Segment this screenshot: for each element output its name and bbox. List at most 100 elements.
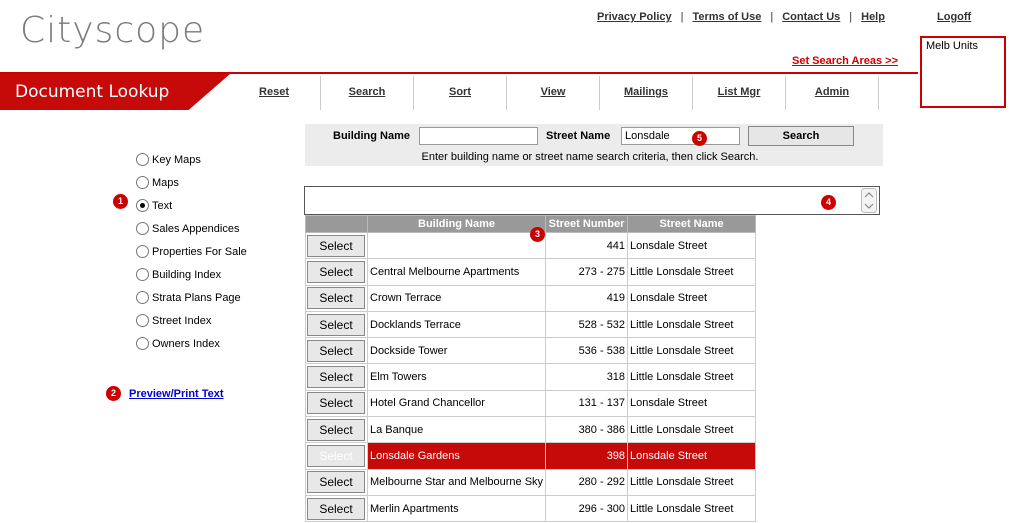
building-name-cell	[366, 231, 547, 260]
radio-button[interactable]	[136, 314, 149, 327]
building-name-cell: Lonsdale Gardens	[366, 442, 547, 470]
building-name-cell: Melbourne Star and Melbourne Sky	[366, 468, 547, 496]
table-row[interactable]: Select Elm Towers 318 Little Lonsdale Stree…	[305, 363, 757, 391]
contact-us-link[interactable]: Contact Us	[782, 11, 840, 23]
select-button[interactable]: Select	[307, 339, 365, 362]
top-links: Privacy Policy | Terms of Use | Contact Us | H…	[597, 11, 885, 23]
nav-tabs: Reset Search Sort View Mailings List Mgr…	[228, 76, 879, 110]
street-number-cell: 280 - 292	[545, 468, 629, 496]
radio-label: Building Index	[152, 268, 222, 281]
callout-marker: 3	[530, 227, 545, 242]
street-number-cell: 536 - 538	[545, 337, 629, 365]
street-name-cell: Little Lonsdale Street	[627, 337, 757, 365]
logoff-link[interactable]: Logoff	[937, 11, 971, 23]
street-name-cell: Lonsdale Street	[627, 442, 757, 470]
radio-button[interactable]	[136, 153, 149, 166]
tab-reset-label[interactable]: Reset	[259, 86, 289, 98]
callout-marker: 1	[113, 194, 128, 209]
set-search-areas-link[interactable]: Set Search Areas >>	[792, 55, 898, 67]
column-header-select	[305, 215, 368, 233]
select-button[interactable]: Select	[307, 418, 365, 441]
tab-view-label[interactable]: View	[541, 86, 566, 98]
select-button[interactable]: Select	[307, 287, 365, 310]
building-name-cell: Crown Terrace	[366, 284, 547, 312]
table-row[interactable]: Select Crown Terrace 419 Lonsdale Street	[305, 284, 757, 312]
radio-button[interactable]	[136, 245, 149, 258]
building-name-cell: La Banque	[366, 416, 547, 444]
tab-sort-label[interactable]: Sort	[449, 86, 471, 98]
tab-view[interactable]: View	[507, 76, 600, 110]
select-cell: Select	[305, 494, 368, 523]
column-header-street-name: Street Name	[627, 215, 757, 233]
street-name-input[interactable]	[621, 127, 740, 145]
radio-button[interactable]	[136, 268, 149, 281]
select-button[interactable]: Select	[307, 392, 365, 415]
select-button[interactable]: Select	[307, 445, 365, 468]
table-row[interactable]: Select Melbourne Star and Melbourne Sky 28…	[305, 468, 757, 496]
radio-label: Street Index	[152, 314, 212, 327]
scroll-arrows[interactable]	[861, 188, 877, 213]
street-name-cell: Little Lonsdale Street	[627, 363, 757, 391]
street-name-cell: Little Lonsdale Street	[627, 416, 757, 444]
radio-option[interactable]: Properties For Sale	[136, 240, 247, 263]
street-number-cell: 419	[545, 284, 629, 312]
select-button[interactable]: Select	[307, 260, 365, 283]
results-table: Building Name Street Number Street Name …	[305, 215, 757, 523]
tab-sort[interactable]: Sort	[414, 76, 507, 110]
radio-option[interactable]: Sales Appendices	[136, 217, 247, 240]
column-header-building-name: Building Name	[366, 215, 547, 233]
callout-marker: 5	[692, 131, 707, 146]
radio-button[interactable]	[136, 222, 149, 235]
radio-option[interactable]: Street Index	[136, 309, 247, 332]
radio-button[interactable]	[136, 291, 149, 304]
tab-search[interactable]: Search	[321, 76, 414, 110]
tab-admin[interactable]: Admin	[786, 76, 879, 110]
building-name-cell: Docklands Terrace	[366, 310, 547, 339]
street-name-cell: Little Lonsdale Street	[627, 310, 757, 339]
terms-of-use-link[interactable]: Terms of Use	[692, 11, 761, 23]
search-areas-box[interactable]: Melb Units	[920, 36, 1006, 108]
table-row[interactable]: Select Hotel Grand Chancellor 131 - 137 Lon…	[305, 389, 757, 418]
radio-button[interactable]	[136, 199, 149, 212]
preview-print-link[interactable]: Preview/Print Text	[129, 388, 224, 400]
page-title: Document Lookup	[15, 82, 170, 102]
tab-admin-label[interactable]: Admin	[815, 86, 849, 98]
tab-reset[interactable]: Reset	[228, 76, 321, 110]
table-row[interactable]: Select La Banque 380 - 386 Little Lonsdale …	[305, 416, 757, 444]
tab-search-label[interactable]: Search	[349, 86, 386, 98]
table-row[interactable]: Select Lonsdale Gardens 398 Lonsdale Street	[305, 442, 757, 470]
table-row[interactable]: Select Merlin Apartments 296 - 300 Little L…	[305, 494, 757, 523]
privacy-policy-link[interactable]: Privacy Policy	[597, 11, 672, 23]
select-button[interactable]: Select	[307, 471, 365, 494]
tab-mailings-label[interactable]: Mailings	[624, 86, 668, 98]
radio-option[interactable]: Owners Index	[136, 332, 247, 355]
table-row[interactable]: Select Dockside Tower 536 - 538 Little Lons…	[305, 337, 757, 365]
help-link[interactable]: Help	[861, 11, 885, 23]
results-list-box[interactable]	[304, 186, 880, 215]
select-button[interactable]: Select	[307, 366, 365, 389]
table-row[interactable]: Select Central Melbourne Apartments 273 - …	[305, 258, 757, 286]
callout-marker: 2	[106, 386, 121, 401]
cityscope-logo: Cityscope	[20, 10, 206, 51]
tab-list-mgr[interactable]: List Mgr	[693, 76, 786, 110]
street-number-cell: 273 - 275	[545, 258, 629, 286]
select-button[interactable]: Select	[307, 497, 365, 520]
building-name-input[interactable]	[419, 127, 538, 145]
select-button[interactable]: Select	[307, 234, 365, 257]
street-name-cell: Lonsdale Street	[627, 231, 757, 260]
radio-button[interactable]	[136, 337, 149, 350]
radio-option[interactable]: Key Maps	[136, 148, 247, 171]
select-cell: Select	[305, 231, 368, 260]
tab-list-mgr-label[interactable]: List Mgr	[718, 86, 761, 98]
tab-mailings[interactable]: Mailings	[600, 76, 693, 110]
street-name-cell: Lonsdale Street	[627, 284, 757, 312]
radio-option[interactable]: Strata Plans Page	[136, 286, 247, 309]
radio-option[interactable]: Text	[136, 194, 247, 217]
radio-option[interactable]: Building Index	[136, 263, 247, 286]
select-button[interactable]: Select	[307, 313, 365, 336]
radio-option[interactable]: Maps	[136, 171, 247, 194]
search-button[interactable]: Search	[748, 126, 854, 146]
table-row[interactable]: Select Docklands Terrace 528 - 532 Little L…	[305, 310, 757, 339]
street-number-cell: 318	[545, 363, 629, 391]
radio-button[interactable]	[136, 176, 149, 189]
